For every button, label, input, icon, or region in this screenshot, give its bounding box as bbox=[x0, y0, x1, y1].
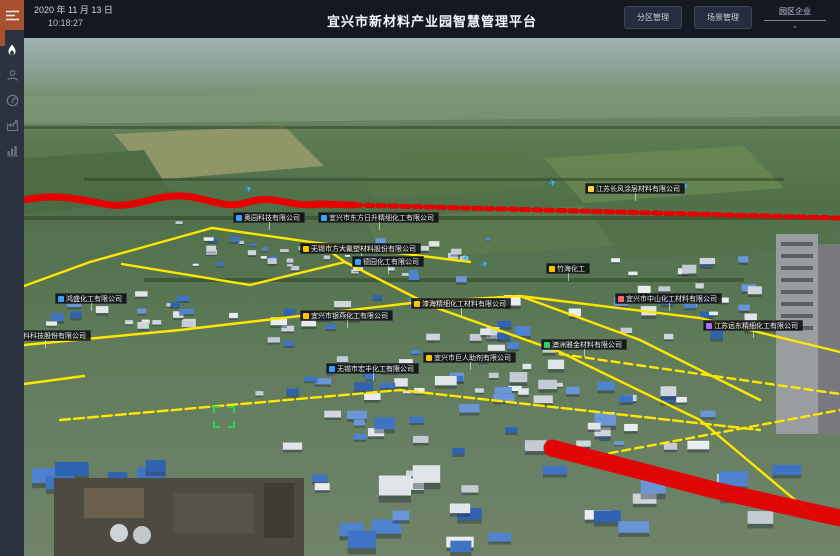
company-label-text: 德园化工有限公司 bbox=[363, 257, 419, 267]
sidebar-item-enterprise[interactable] bbox=[0, 113, 24, 138]
flame-icon bbox=[6, 44, 18, 57]
company-label[interactable]: 奥园科技有限公司 bbox=[233, 212, 305, 223]
tower-building bbox=[776, 234, 840, 434]
drone-marker-icon[interactable]: ✈ bbox=[244, 183, 254, 195]
company-marker-icon bbox=[303, 246, 309, 252]
zone-manage-button[interactable]: 分区管理 bbox=[624, 6, 682, 29]
company-marker-icon bbox=[414, 301, 420, 307]
company-label[interactable]: 无锡市方大氟塑材料股份有限公司 bbox=[300, 243, 421, 254]
company-marker-icon bbox=[329, 366, 335, 372]
company-marker-icon bbox=[588, 186, 594, 192]
company-marker-icon bbox=[58, 296, 64, 302]
drone-marker-icon[interactable]: ✈ bbox=[461, 252, 471, 264]
drone-marker-icon[interactable]: ✈ bbox=[480, 258, 490, 270]
company-label-text: 奥园科技有限公司 bbox=[244, 213, 300, 223]
map-3d-view[interactable]: 奥园科技有限公司 宜兴市东方日升精细化工有限公司 无锡市方大氟塑材料股份有限公司… bbox=[24, 38, 840, 556]
sidebar-item-statistics[interactable] bbox=[0, 138, 24, 163]
company-label[interactable]: 无锡市宏丰化工有限公司 bbox=[326, 363, 419, 374]
company-label[interactable]: 宜兴市巨人助剂有限公司 bbox=[423, 352, 516, 363]
company-label[interactable]: 竹海化工 bbox=[546, 263, 590, 274]
company-label-text: 宜兴市巨人助剂有限公司 bbox=[434, 353, 511, 363]
scene-manage-button[interactable]: 场景管理 bbox=[694, 6, 752, 29]
top-header: 2020 年 11 月 13 日 10:18:27 宜兴市新材料产业园智慧管理平… bbox=[24, 0, 840, 38]
company-label[interactable]: 德园化工有限公司 bbox=[352, 256, 424, 267]
company-label-text: 澳洲雅金材料有限公司 bbox=[552, 340, 622, 350]
company-marker-icon bbox=[706, 323, 712, 329]
company-label-text: 宜兴市中山化工材料有限公司 bbox=[626, 294, 717, 304]
header-actions: 分区管理 场景管理 园区企业 ⌄ bbox=[624, 6, 826, 30]
company-label-text: 宜兴市银燕化工有限公司 bbox=[311, 311, 388, 321]
dropdown-label: 园区企业 bbox=[764, 6, 826, 20]
selection-target bbox=[213, 406, 235, 428]
company-marker-icon bbox=[549, 266, 555, 272]
company-marker-icon bbox=[618, 296, 624, 302]
company-label[interactable]: 新材料科技股份有限公司 bbox=[24, 330, 91, 341]
company-marker-icon bbox=[544, 342, 550, 348]
company-label-text: 无锡市方大氟塑材料股份有限公司 bbox=[311, 244, 416, 254]
company-label[interactable]: 澳洲雅金材料有限公司 bbox=[541, 339, 627, 350]
company-marker-icon bbox=[236, 215, 242, 221]
company-label-text: 江苏长风涂层材料有限公司 bbox=[596, 184, 680, 194]
sidebar-item-personnel[interactable] bbox=[0, 63, 24, 88]
company-label[interactable]: 宜兴市中山化工材料有限公司 bbox=[615, 293, 722, 304]
sidebar-accent bbox=[0, 30, 5, 46]
factory-icon bbox=[6, 119, 19, 132]
user-icon bbox=[6, 69, 19, 82]
company-marker-icon bbox=[321, 215, 327, 221]
bar-chart-icon bbox=[6, 144, 19, 157]
park-enterprise-dropdown[interactable]: 园区企业 ⌄ bbox=[764, 6, 826, 30]
left-sidebar bbox=[0, 0, 24, 556]
chevron-down-icon: ⌄ bbox=[764, 21, 826, 30]
company-label[interactable]: 宜兴市东方日升精细化工有限公司 bbox=[318, 212, 439, 223]
company-label-text: 漆海精细化工材料有限公司 bbox=[422, 299, 506, 309]
drone-marker-icon[interactable]: ✈ bbox=[548, 177, 558, 189]
sidebar-item-monitor[interactable] bbox=[0, 88, 24, 113]
menu-icon[interactable] bbox=[0, 0, 24, 30]
gauge-icon bbox=[6, 94, 19, 107]
company-marker-icon bbox=[426, 355, 432, 361]
company-label-text: 鸿盛化工有限公司 bbox=[66, 294, 122, 304]
company-label-text: 竹海化工 bbox=[557, 264, 585, 274]
company-label-text: 江苏远东精细化工有限公司 bbox=[714, 321, 798, 331]
company-marker-icon bbox=[303, 313, 309, 319]
company-label-text: 新材料科技股份有限公司 bbox=[24, 331, 86, 341]
company-label-text: 无锡市宏丰化工有限公司 bbox=[337, 364, 414, 374]
company-label[interactable]: 宜兴市银燕化工有限公司 bbox=[300, 310, 393, 321]
company-label-text: 宜兴市东方日升精细化工有限公司 bbox=[329, 213, 434, 223]
company-label[interactable]: 江苏远东精细化工有限公司 bbox=[703, 320, 803, 331]
company-marker-icon bbox=[355, 259, 361, 265]
company-label[interactable]: 江苏长风涂层材料有限公司 bbox=[585, 183, 685, 194]
company-label[interactable]: 漆海精细化工材料有限公司 bbox=[411, 298, 511, 309]
smart-park-platform: 2020 年 11 月 13 日 10:18:27 宜兴市新材料产业园智慧管理平… bbox=[0, 0, 840, 556]
company-label[interactable]: 鸿盛化工有限公司 bbox=[55, 293, 127, 304]
